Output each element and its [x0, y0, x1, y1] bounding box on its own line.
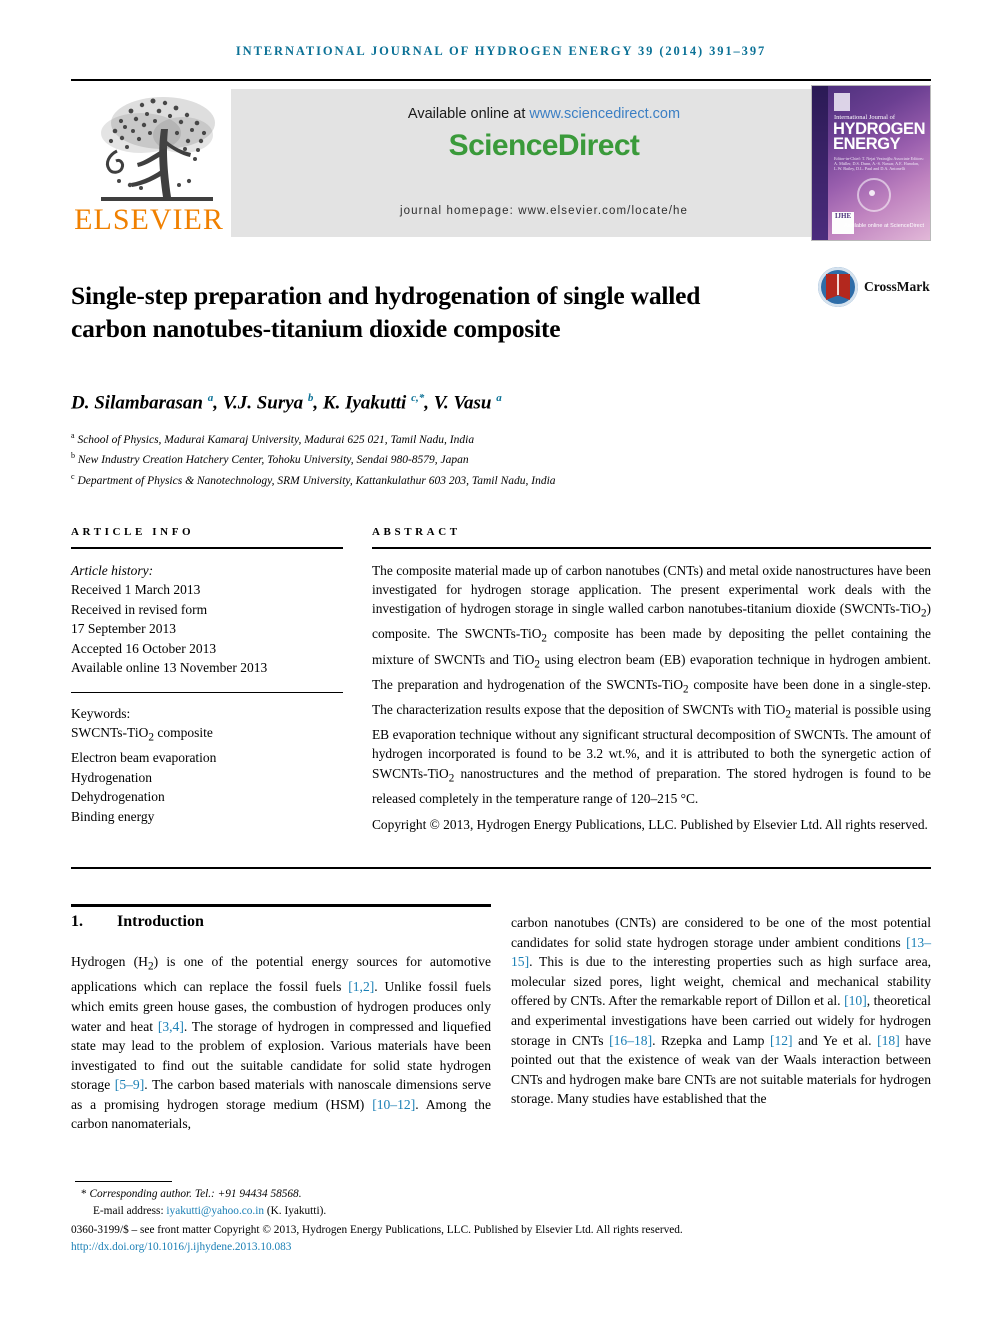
- affiliation-item: c Department of Physics & Nanotechnology…: [71, 469, 871, 489]
- abstract-column: ABSTRACT The composite material made up …: [372, 526, 931, 835]
- article-info-heading: ARTICLE INFO: [71, 526, 195, 538]
- article-info-rule: [71, 547, 343, 549]
- sciencedirect-wordmark[interactable]: ScienceDirect: [231, 129, 857, 163]
- footnote-rule: [75, 1181, 172, 1183]
- affiliation-marker: a: [71, 431, 75, 440]
- article-history: Article history: Received 1 March 2013 R…: [71, 561, 343, 678]
- abstract-bottom-rule: [71, 867, 931, 869]
- page-title: Single-step preparation and hydrogenatio…: [71, 281, 701, 344]
- email-label: E-mail address:: [93, 1204, 167, 1217]
- sciencedirect-panel: Available online at www.sciencedirect.co…: [231, 89, 857, 237]
- crossmark-label: CrossMark: [864, 279, 930, 294]
- cover-editors: Editor-in-Chief: T. Nejat Veziroğlu Asso…: [834, 156, 924, 171]
- cover-elsevier-mark: [834, 93, 850, 111]
- author-list: D. Silambarasan a, V.J. Surya b, K. Iyak…: [71, 392, 502, 414]
- running-head: INTERNATIONAL JOURNAL OF HYDROGEN ENERGY…: [235, 44, 767, 58]
- cover-ring-graphic: [857, 178, 891, 212]
- cover-line3: ENERGY: [833, 135, 901, 153]
- keywords-block: Keywords: SWCNTs-TiO2 composite Electron…: [71, 704, 343, 827]
- affiliation-text: Department of Physics & Nanotechnology, …: [77, 474, 556, 487]
- body-paragraph: carbon nanotubes (CNTs) are considered t…: [511, 915, 932, 1107]
- section-number: 1.: [71, 913, 83, 930]
- cover-spine: [812, 86, 828, 240]
- affiliation-marker: c: [71, 471, 75, 481]
- asterisk-marker: *: [81, 1188, 87, 1200]
- affiliation-text: School of Physics, Madurai Kamaraj Unive…: [77, 433, 475, 446]
- svg-text:ELSEVIER: ELSEVIER: [75, 203, 223, 236]
- corresponding-author-note: * Corresponding author. Tel.: +91 94434 …: [71, 1186, 931, 1203]
- corresponding-author-text: Corresponding author. Tel.: +91 94434 58…: [89, 1188, 302, 1200]
- article-history-label: Article history:: [71, 562, 154, 578]
- abstract-rule: [372, 547, 931, 549]
- section-heading: 1. Introduction: [71, 913, 491, 931]
- affiliation-text: New Industry Creation Hatchery Center, T…: [77, 454, 469, 467]
- history-item: Accepted 16 October 2013: [71, 640, 217, 656]
- page-footer: * Corresponding author. Tel.: +91 94434 …: [71, 1186, 931, 1255]
- elsevier-logo: ELSEVIER: [75, 89, 223, 237]
- affiliation-marker: b: [71, 451, 75, 461]
- body-paragraph: Hydrogen (H2) is one of the potential en…: [71, 954, 491, 1132]
- keyword-item: SWCNTs-TiO2 composite: [71, 725, 213, 744]
- journal-article-page: INTERNATIONAL JOURNAL OF HYDROGEN ENERGY…: [0, 0, 992, 1323]
- introduction-rule: [71, 904, 491, 907]
- history-item: 17 September 2013: [71, 621, 176, 637]
- affiliation-item: a School of Physics, Madurai Kamaraj Uni…: [71, 428, 871, 448]
- issn-copyright-line: 0360-3199/$ – see front matter Copyright…: [71, 1224, 683, 1236]
- section-title: Introduction: [117, 913, 204, 930]
- keyword-item: Binding energy: [71, 808, 155, 824]
- keyword-item: Hydrogenation: [71, 769, 152, 785]
- body-column-left: 1. Introduction Hydrogen (H2) is one of t…: [71, 913, 491, 1134]
- email-note: E-mail address: iyakutti@yahoo.co.in (K.…: [71, 1203, 931, 1220]
- journal-homepage-link[interactable]: journal homepage: www.elsevier.com/locat…: [231, 205, 857, 217]
- history-item: Received in revised form: [71, 601, 208, 617]
- keywords-rule: [71, 691, 343, 693]
- abstract-heading: ABSTRACT: [372, 526, 461, 538]
- doi-link[interactable]: http://dx.doi.org/10.1016/j.ijhydene.201…: [71, 1239, 931, 1256]
- email-link[interactable]: iyakutti@yahoo.co.in: [166, 1205, 264, 1217]
- crossmark-badge[interactable]: CrossMark: [818, 267, 936, 315]
- affiliation-item: b New Industry Creation Hatchery Center,…: [71, 448, 871, 468]
- affiliation-list: a School of Physics, Madurai Kamaraj Uni…: [71, 428, 871, 489]
- body-column-right: carbon nanotubes (CNTs) are considered t…: [511, 913, 931, 1109]
- keyword-item: Electron beam evaporation: [71, 750, 217, 766]
- masthead: ELSEVIER Available online at www.science…: [71, 85, 931, 241]
- keyword-item: Dehydrogenation: [71, 789, 165, 805]
- keywords-label: Keywords:: [71, 705, 131, 721]
- header-rule: [71, 79, 931, 81]
- email-owner: (K. Iyakutti).: [264, 1204, 327, 1217]
- crossmark-icon: [818, 267, 858, 307]
- abstract-copyright: Copyright © 2013, Hydrogen Energy Public…: [372, 817, 928, 833]
- available-online-line: Available online at www.sciencedirect.co…: [231, 106, 857, 122]
- history-item: Available online 13 November 2013: [71, 660, 268, 676]
- cover-title: HYDROGEN ENERGY: [833, 121, 926, 153]
- sciencedirect-url-link[interactable]: www.sciencedirect.com: [529, 106, 680, 122]
- journal-cover-thumbnail: International Journal of HYDROGEN ENERGY…: [811, 85, 931, 241]
- history-item: Received 1 March 2013: [71, 582, 201, 598]
- cover-sciencedirect-badge: Available online at ScienceDirect: [844, 223, 924, 229]
- available-online-text: Available online at: [407, 106, 530, 122]
- abstract-body: The composite material made up of carbon…: [372, 562, 932, 806]
- article-info-column: ARTICLE INFO Article history: Received 1…: [71, 526, 343, 826]
